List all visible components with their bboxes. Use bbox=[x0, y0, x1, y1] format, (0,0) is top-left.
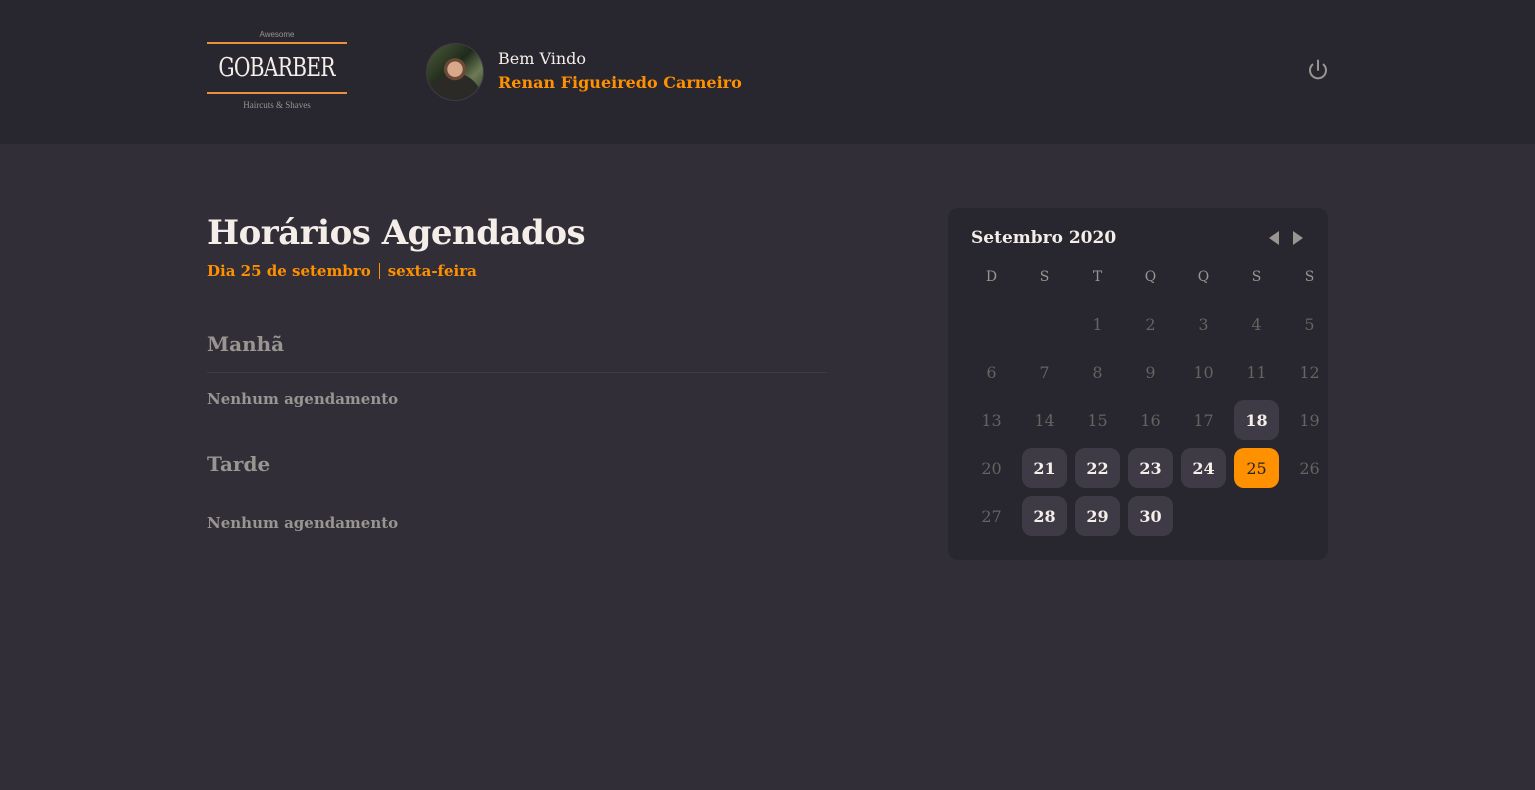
calendar-day-6: 6 bbox=[986, 362, 997, 382]
avatar[interactable] bbox=[426, 43, 484, 101]
user-name-link[interactable]: Renan Figueiredo Carneiro bbox=[498, 70, 742, 96]
calendar-day-16: 16 bbox=[1140, 410, 1161, 430]
calendar-day-2: 2 bbox=[1145, 314, 1156, 334]
calendar-day-28[interactable]: 28 bbox=[1022, 496, 1067, 536]
morning-title: Manhã bbox=[207, 332, 827, 373]
calendar-day-25[interactable]: 25 bbox=[1234, 448, 1279, 488]
selected-weekday-label: sexta-feira bbox=[387, 262, 477, 280]
chevron-right-icon[interactable] bbox=[1292, 230, 1304, 246]
logo-top-text: Awesome bbox=[259, 30, 295, 39]
calendar-day-9: 9 bbox=[1145, 362, 1156, 382]
calendar-header: Setembro 2020 bbox=[971, 226, 1304, 250]
chevron-left-icon[interactable] bbox=[1268, 230, 1280, 246]
calendar-weekday: S bbox=[1304, 269, 1315, 285]
calendar-day-26: 26 bbox=[1299, 458, 1320, 478]
power-icon[interactable] bbox=[1306, 58, 1330, 82]
calendar-day-19: 19 bbox=[1299, 410, 1320, 430]
calendar-day-4: 4 bbox=[1251, 314, 1262, 334]
logo-brand-row: GOBARBER bbox=[207, 46, 347, 90]
calendar-weekday: T bbox=[1092, 269, 1103, 285]
calendar-day-blank bbox=[1022, 304, 1067, 344]
calendar: Setembro 2020 DSTQQSS 1 2 3 4 5 6 7 8 9 10 11 12 13 1… bbox=[948, 208, 1328, 560]
profile-text: Bem Vindo Renan Figueiredo Carneiro bbox=[498, 48, 742, 96]
calendar-weekday: S bbox=[1039, 269, 1050, 285]
calendar-day-30[interactable]: 30 bbox=[1128, 496, 1173, 536]
logo-divider-bottom bbox=[207, 92, 347, 94]
calendar-day-14: 14 bbox=[1034, 410, 1055, 430]
schedule-main: Horários Agendados Dia 25 de setembro se… bbox=[207, 208, 827, 532]
calendar-weekday: Q bbox=[1197, 269, 1210, 285]
calendar-day-24[interactable]: 24 bbox=[1181, 448, 1226, 488]
calendar-days-grid: 1 2 3 4 5 6 7 8 9 10 11 12 13 14 15 16 17 18 19 20 21 22 23 24 2… bbox=[969, 304, 1332, 536]
calendar-weekday: D bbox=[985, 269, 998, 285]
afternoon-title: Tarde bbox=[207, 452, 271, 476]
calendar-day-17: 17 bbox=[1193, 410, 1214, 430]
calendar-day-22[interactable]: 22 bbox=[1075, 448, 1120, 488]
calendar-day-27: 27 bbox=[981, 506, 1002, 526]
calendar-weekday: Q bbox=[1144, 269, 1157, 285]
logo-brand-text: GOBARBER bbox=[218, 53, 336, 83]
calendar-day-29[interactable]: 29 bbox=[1075, 496, 1120, 536]
selected-day-label: Dia 25 de setembro bbox=[207, 262, 371, 280]
calendar-day-15: 15 bbox=[1087, 410, 1108, 430]
calendar-month-label: Setembro 2020 bbox=[971, 228, 1117, 248]
selected-date-info: Dia 25 de setembro sexta-feira bbox=[207, 262, 827, 280]
calendar-day-12: 12 bbox=[1299, 362, 1320, 382]
page-title: Horários Agendados bbox=[207, 213, 586, 253]
calendar-nav bbox=[1268, 230, 1304, 246]
calendar-day-20: 20 bbox=[981, 458, 1002, 478]
calendar-weekdays: DSTQQSS bbox=[969, 269, 1332, 285]
calendar-day-21[interactable]: 21 bbox=[1022, 448, 1067, 488]
morning-section: Manhã Nenhum agendamento bbox=[207, 332, 827, 408]
calendar-day-3: 3 bbox=[1198, 314, 1209, 334]
calendar-day-10: 10 bbox=[1193, 362, 1214, 382]
calendar-day-8: 8 bbox=[1092, 362, 1103, 382]
calendar-day-18[interactable]: 18 bbox=[1234, 400, 1279, 440]
calendar-day-blank bbox=[969, 304, 1014, 344]
app-header: Awesome GOBARBER Haircuts & Shaves Bem V… bbox=[0, 0, 1535, 144]
logo-bottom-text: Haircuts & Shaves bbox=[243, 100, 311, 110]
calendar-day-13: 13 bbox=[981, 410, 1002, 430]
calendar-weekday: S bbox=[1251, 269, 1262, 285]
welcome-text: Bem Vindo bbox=[498, 49, 587, 68]
calendar-day-7: 7 bbox=[1039, 362, 1050, 382]
gobarber-logo[interactable]: Awesome GOBARBER Haircuts & Shaves bbox=[207, 30, 347, 116]
user-profile[interactable]: Bem Vindo Renan Figueiredo Carneiro bbox=[426, 43, 742, 101]
calendar-day-11: 11 bbox=[1246, 362, 1267, 382]
afternoon-empty-message: Nenhum agendamento bbox=[207, 514, 399, 532]
calendar-day-1: 1 bbox=[1092, 314, 1103, 334]
afternoon-section: Tarde Nenhum agendamento bbox=[207, 452, 827, 532]
subtitle-separator bbox=[378, 263, 380, 279]
morning-empty-message: Nenhum agendamento bbox=[207, 390, 399, 408]
logo-divider-top bbox=[207, 42, 347, 44]
calendar-day-23[interactable]: 23 bbox=[1128, 448, 1173, 488]
calendar-day-5: 5 bbox=[1304, 314, 1315, 334]
